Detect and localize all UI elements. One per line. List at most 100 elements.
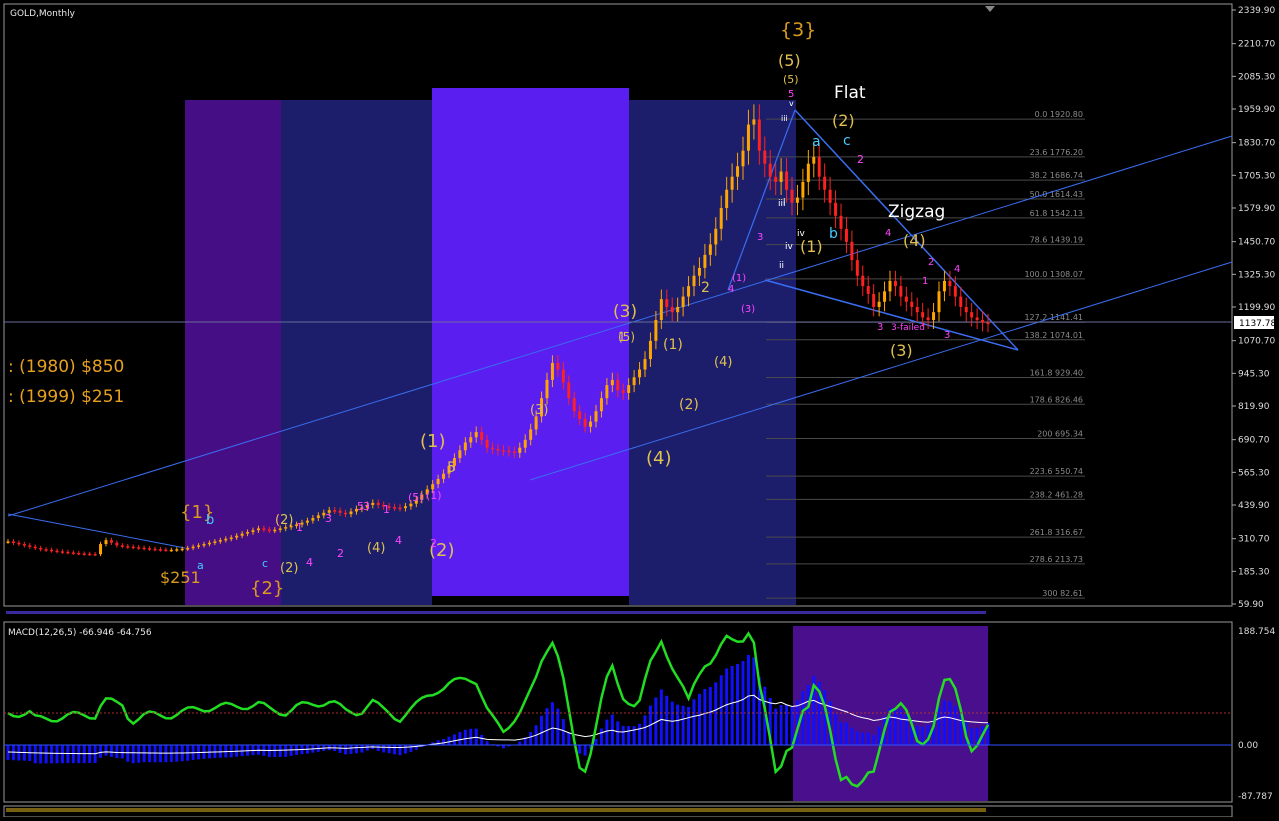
candle-body bbox=[71, 552, 75, 554]
candle-body bbox=[229, 537, 233, 540]
candle-body bbox=[175, 549, 179, 551]
candle-body bbox=[131, 546, 135, 549]
chart-title: GOLD,Monthly bbox=[10, 9, 76, 19]
candle-body bbox=[436, 478, 440, 485]
candle-body bbox=[730, 176, 734, 190]
candle-body bbox=[899, 286, 903, 297]
candle-body bbox=[393, 507, 397, 509]
candle-body bbox=[812, 156, 816, 164]
wave-label: iv bbox=[785, 242, 794, 252]
candle-body bbox=[311, 518, 315, 521]
wave-label: 2 bbox=[928, 257, 934, 268]
wave-label: (3) bbox=[741, 304, 755, 315]
candle-body bbox=[616, 379, 620, 391]
candle-body bbox=[463, 442, 467, 451]
candle-body bbox=[17, 542, 21, 545]
price-tick-label: 945.30 bbox=[1238, 369, 1270, 379]
candle-body bbox=[834, 202, 838, 216]
price-tick-label: 1070.70 bbox=[1238, 337, 1275, 347]
candle-body bbox=[610, 379, 614, 386]
price-tick-label: 1830.70 bbox=[1238, 139, 1275, 149]
wave-label: (1) bbox=[420, 431, 446, 452]
candle-body bbox=[937, 291, 941, 313]
candle-body bbox=[191, 546, 195, 549]
candle-body bbox=[77, 552, 81, 555]
candle-body bbox=[589, 421, 593, 427]
candle-body bbox=[687, 286, 691, 297]
candle-body bbox=[659, 299, 663, 321]
macd-title: MACD(12,26,5) -66.946 -64.756 bbox=[8, 628, 152, 638]
wave-label: 2 bbox=[430, 537, 437, 550]
candle-body bbox=[621, 390, 625, 393]
candle-body bbox=[153, 548, 157, 551]
candle-body bbox=[344, 512, 348, 515]
candle-body bbox=[403, 506, 407, 509]
wave-label: (2) bbox=[832, 111, 855, 130]
candle-body bbox=[197, 545, 201, 547]
candle-body bbox=[915, 306, 919, 313]
candle-body bbox=[164, 549, 168, 552]
candle-body bbox=[44, 549, 48, 551]
candle-body bbox=[512, 451, 516, 454]
candle-body bbox=[256, 528, 260, 531]
price-tick-label: 2085.30 bbox=[1238, 72, 1275, 82]
candle-body bbox=[948, 280, 952, 287]
candle-body bbox=[763, 150, 767, 164]
candle-body bbox=[240, 533, 244, 536]
fib-level-label: 78.6 1439.19 bbox=[1030, 236, 1083, 245]
wave-label: 5 bbox=[357, 500, 364, 513]
price-tick-label: 1325.30 bbox=[1238, 270, 1275, 280]
wave-label: iii bbox=[781, 114, 788, 123]
price-chart[interactable]: 0.0 1920.80 23.6 1776.20 38.2 1686.74 50.0 … bbox=[0, 0, 1279, 818]
price-tick-label: 819.90 bbox=[1238, 402, 1270, 412]
price-tick-label: 439.90 bbox=[1238, 501, 1270, 511]
candle-body bbox=[561, 369, 565, 383]
candle-body bbox=[22, 544, 26, 546]
candle-body bbox=[60, 551, 64, 553]
wave-label: 2 bbox=[857, 153, 864, 166]
wave-label: (3) bbox=[530, 403, 548, 418]
candle-body bbox=[28, 545, 32, 547]
candle-body bbox=[795, 197, 799, 203]
price-tick-label: 2339.90 bbox=[1238, 6, 1275, 16]
wave-label: (2) bbox=[280, 561, 298, 576]
wave-label: 1 bbox=[296, 521, 303, 534]
candle-body bbox=[725, 189, 729, 208]
wave-label: 4 bbox=[954, 264, 960, 275]
candle-body bbox=[599, 398, 603, 412]
candle-body bbox=[785, 171, 789, 190]
wave-label: (4) bbox=[714, 355, 732, 370]
wave-label: (1) bbox=[800, 237, 823, 256]
wave-label: ii bbox=[779, 261, 784, 271]
fib-level-label: 50.0 1614.43 bbox=[1030, 190, 1083, 199]
wave-label: (4) bbox=[367, 541, 385, 556]
fib-level-label: 238.2 461.28 bbox=[1030, 490, 1083, 499]
macd-tick-top: 188.754 bbox=[1238, 627, 1275, 637]
indicator-strip bbox=[6, 611, 986, 614]
candle-body bbox=[839, 215, 843, 229]
chart-window[interactable]: 0.0 1920.80 23.6 1776.20 38.2 1686.74 50.0 … bbox=[0, 0, 1279, 818]
candle-body bbox=[632, 377, 636, 386]
candle-body bbox=[251, 530, 255, 533]
wave-label: $251 bbox=[160, 568, 201, 587]
candle-body bbox=[861, 275, 865, 287]
fib-level-label: 100.0 1308.07 bbox=[1024, 270, 1083, 279]
candle-body bbox=[746, 124, 750, 151]
candle-body bbox=[741, 150, 745, 167]
candle-body bbox=[703, 254, 707, 268]
wave-label: 1 bbox=[618, 330, 626, 344]
price-tick-label: 1959.90 bbox=[1238, 105, 1275, 115]
wave-label: 3 bbox=[325, 512, 332, 525]
candle-body bbox=[556, 362, 560, 370]
zone-violet bbox=[432, 88, 629, 596]
candle-body bbox=[267, 529, 271, 531]
note-1999: : (1999) $251 bbox=[8, 387, 124, 407]
candle-body bbox=[474, 432, 478, 438]
candle-body bbox=[338, 510, 342, 513]
candle-body bbox=[578, 411, 582, 420]
candle-body bbox=[926, 317, 930, 321]
candle-body bbox=[235, 535, 239, 538]
candle-body bbox=[305, 520, 309, 523]
candle-body bbox=[648, 340, 652, 360]
price-tick-label: 2210.70 bbox=[1238, 40, 1275, 50]
